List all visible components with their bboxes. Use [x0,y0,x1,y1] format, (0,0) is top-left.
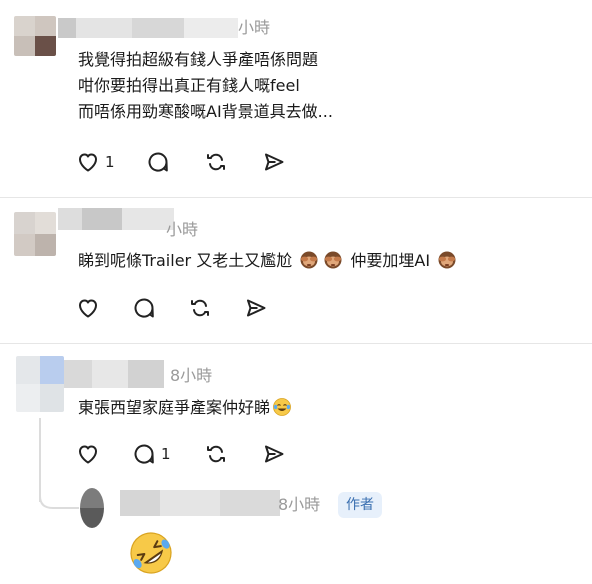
repost-button[interactable] [204,442,228,466]
like-button[interactable] [76,442,100,466]
comment-actions: 1 [76,442,296,466]
comment-text-line: 我覺得拍超級有錢人爭產唔係問題 [78,50,319,69]
comment-text-part: 仲要加埋AI [350,251,431,270]
divider [0,197,592,198]
avatar[interactable] [16,356,64,412]
heart-icon [79,153,97,172]
comment-icon [148,152,168,172]
author-badge: 作者 [338,492,382,518]
comment-actions: 1 [76,150,296,174]
send-icon [265,153,284,171]
share-button[interactable] [262,442,286,466]
comment-text-part: 睇到呢條Trailer 又老土又尷尬 [78,251,293,270]
reply-button[interactable] [132,296,156,320]
username[interactable] [58,18,238,38]
avatar[interactable] [80,488,104,528]
reply-button[interactable]: 1 [132,442,171,466]
repost-icon [207,153,225,171]
comment-time: 小時 [238,18,271,37]
rolling-on-floor-laughing-icon [128,530,174,576]
comment-text-line: 而唔係用勁寒酸嘅AI背景道具去做... [78,102,333,121]
reply-button[interactable] [146,150,170,174]
divider [0,343,592,344]
share-button[interactable] [262,150,286,174]
username[interactable] [64,360,164,388]
comment-text-part: 東張西望家庭爭產案仲好睇 [78,398,271,417]
see-no-evil-monkey-icon [299,250,319,270]
send-icon [247,299,266,317]
send-icon [265,445,284,463]
comment-text: 睇到呢條Trailer 又老土又尷尬 仲要加埋AI [78,249,459,273]
comment-text: 東張西望家庭爭產案仲好睇 [78,396,294,420]
repost-button[interactable] [188,296,212,320]
repost-icon [207,445,225,463]
see-no-evil-monkey-icon [323,250,343,270]
like-button[interactable] [76,296,100,320]
comment-icon [134,298,154,318]
repost-button[interactable] [204,150,228,174]
like-count: 1 [105,153,115,171]
reply-count: 1 [161,445,171,463]
username[interactable] [120,490,280,516]
avatar[interactable] [14,212,56,256]
comment-icon [134,444,154,464]
username[interactable] [58,208,174,230]
like-button[interactable]: 1 [76,150,115,174]
see-no-evil-monkey-icon [437,250,457,270]
thread-connector [39,488,79,509]
comment-time: 8小時 [170,366,213,385]
tears-of-joy-icon [272,397,292,417]
comment-time: 小時 [166,220,199,239]
comment-actions [76,296,296,320]
avatar[interactable] [14,16,56,56]
comment-text-line: 咁你要拍得出真正有錢人嘅feel [78,76,300,95]
share-button[interactable] [244,296,268,320]
repost-icon [191,299,209,317]
heart-icon [79,299,97,318]
heart-icon [79,445,97,464]
reply-time: 8小時 [278,495,321,514]
